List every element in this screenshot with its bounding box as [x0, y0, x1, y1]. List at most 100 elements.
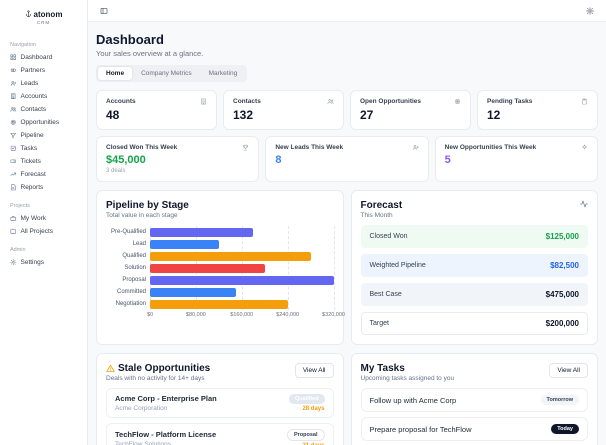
chart-x-tick: $0 [146, 312, 154, 318]
kpi-card: Pending Tasks 12 [477, 90, 598, 130]
target-icon [454, 98, 461, 105]
stale-subtitle: Deals with no activity for 14+ days [106, 375, 205, 382]
forecast-row-value: $475,000 [545, 290, 579, 299]
opportunity-name: Acme Corp - Enterprise Plan [115, 394, 217, 403]
sidebar-item-label: Pipeline [20, 132, 44, 139]
trend-icon [10, 171, 17, 178]
logo-subtext: CRM [36, 20, 51, 25]
sidebar-item-reports[interactable]: Reports [0, 181, 87, 194]
forecast-title: Forecast [360, 200, 403, 211]
sidebar-section-label: Navigation [10, 42, 36, 48]
due-badge: Tomorrow [540, 395, 579, 405]
tab-company-metrics[interactable]: Company Metrics [133, 67, 200, 80]
stage-badge: Qualified [288, 394, 325, 404]
forecast-row: Weighted Pipeline $82,500 [360, 254, 588, 277]
activity-icon [580, 200, 588, 208]
chart-x-tick: $80,000 [185, 312, 206, 318]
forecast-row: Closed Won $125,000 [360, 225, 588, 248]
kpi-value: $45,000 [106, 154, 146, 166]
kpi-subtext: 3 deals [106, 168, 126, 174]
sidebar-item-settings[interactable]: Settings [0, 256, 87, 269]
sidebar-item-forecast[interactable]: Forecast [0, 168, 87, 181]
chart-category-label: Solution [124, 265, 146, 271]
forecast-row-value: $125,000 [545, 232, 579, 241]
due-badge: Today [551, 424, 579, 434]
kpi-label: Closed Won This Week [106, 144, 178, 151]
stale-view-all-button[interactable]: View All [294, 363, 334, 378]
task-name: Prepare proposal for TechFlow [369, 424, 472, 434]
forecast-row: Target $200,000 [360, 312, 588, 335]
kpi-value: 12 [487, 108, 501, 122]
sidebar-item-my-work[interactable]: My Work [0, 212, 87, 225]
forecast-subtitle: This Month [360, 212, 393, 219]
kpi-card: Open Opportunities 27 [350, 90, 471, 130]
sidebar-item-label: Tickets [20, 158, 41, 165]
page-title: Dashboard [96, 32, 164, 47]
chart-x-tick: $320,000 [322, 312, 345, 318]
sidebar-item-accounts[interactable]: Accounts [0, 90, 87, 103]
sidebar-item-label: Leads [20, 80, 39, 87]
task-item[interactable]: Prepare proposal for TechFlow Today [360, 417, 588, 441]
chart-bar [150, 299, 288, 309]
sidebar-item-leads[interactable]: Leads [0, 77, 87, 90]
sidebar-item-opportunities[interactable]: Opportunities [0, 116, 87, 129]
forecast-card: Forecast This Month Closed Won $125,000 … [350, 190, 598, 345]
sidebar-item-tickets[interactable]: Tickets [0, 155, 87, 168]
bar-chart: Pre-Qualified Lead Qualified Solution Propos… [106, 226, 335, 310]
chart-bar [150, 239, 219, 249]
kpi-label: Open Opportunities [360, 98, 422, 105]
sidebar-section: Navigation Dashboard Partners Leads Acco… [0, 35, 87, 196]
sidebar-item-dashboard[interactable]: Dashboard [0, 51, 87, 64]
kpi-label: Pending Tasks [487, 98, 533, 105]
forecast-row-value: $82,500 [550, 261, 579, 270]
kpi-card: Closed Won This Week $45,000 3 deals [96, 136, 260, 182]
sidebar-item-pipeline[interactable]: Pipeline [0, 129, 87, 142]
kpi-value: 8 [275, 154, 282, 166]
ticket-icon [10, 158, 17, 165]
chart-category-label: Negotiation [115, 301, 146, 307]
kpi-row: Accounts 48 Contacts 132 Open Opportunit… [96, 90, 598, 130]
chart-category-label: Pre-Qualified [110, 229, 146, 235]
pipeline-chart-card: Pipeline by Stage Total value in each st… [96, 190, 345, 345]
sidebar-item-all-projects[interactable]: All Projects [0, 225, 87, 238]
folder-icon [10, 228, 17, 235]
charts-row: Pipeline by Stage Total value in each st… [96, 190, 598, 345]
kpi-card: New Opportunities This Week 5 [434, 136, 598, 182]
panel-left-icon[interactable] [98, 5, 110, 17]
kpi-label: New Leads This Week [275, 144, 344, 151]
stale-opportunity-item[interactable]: Acme Corp - Enterprise Plan Acme Corpora… [106, 388, 334, 418]
gear-icon[interactable] [584, 5, 596, 17]
logo-text: atonom [33, 10, 63, 19]
sidebar-item-tasks[interactable]: Tasks [0, 142, 87, 155]
sidebar-item-label: Settings [20, 259, 45, 266]
task-name: Follow up with Acme Corp [369, 395, 457, 405]
chart-x-tick: $160,000 [230, 312, 254, 318]
sidebar-item-label: Contacts [20, 106, 47, 113]
task-item[interactable]: Follow up with Acme Corp Tomorrow [360, 388, 588, 412]
file-icon [10, 184, 17, 191]
tasks-subtitle: Upcoming tasks assigned to you [360, 375, 455, 382]
kpi-card: New Leads This Week 8 [265, 136, 429, 182]
kpi-label: Accounts [106, 98, 136, 105]
check-square-icon [10, 145, 17, 152]
forecast-row-label: Closed Won [369, 233, 408, 240]
stale-opportunity-item[interactable]: TechFlow - Platform License TechFlow Sol… [106, 423, 334, 445]
sidebar-item-partners[interactable]: Partners [0, 64, 87, 77]
sparkle-icon [581, 144, 588, 151]
tasks-view-all-button[interactable]: View All [549, 363, 588, 378]
kpi-value: 132 [233, 108, 254, 122]
chart-bar [150, 251, 311, 261]
tab-home[interactable]: Home [98, 67, 133, 80]
anchor-icon [25, 10, 32, 19]
kpi-label: Contacts [233, 98, 261, 105]
chart-category-label: Committed [116, 289, 146, 295]
building-icon [200, 98, 207, 105]
sidebar-item-label: Forecast [20, 171, 46, 178]
stale-opportunities-card: Stale Opportunities Deals with no activi… [96, 353, 344, 445]
target-icon [10, 119, 17, 126]
tab-marketing[interactable]: Marketing [201, 67, 246, 80]
grid-icon [10, 54, 17, 61]
chart-bar [150, 275, 334, 285]
sidebar-section-label: Admin [10, 247, 26, 253]
sidebar-item-contacts[interactable]: Contacts [0, 103, 87, 116]
